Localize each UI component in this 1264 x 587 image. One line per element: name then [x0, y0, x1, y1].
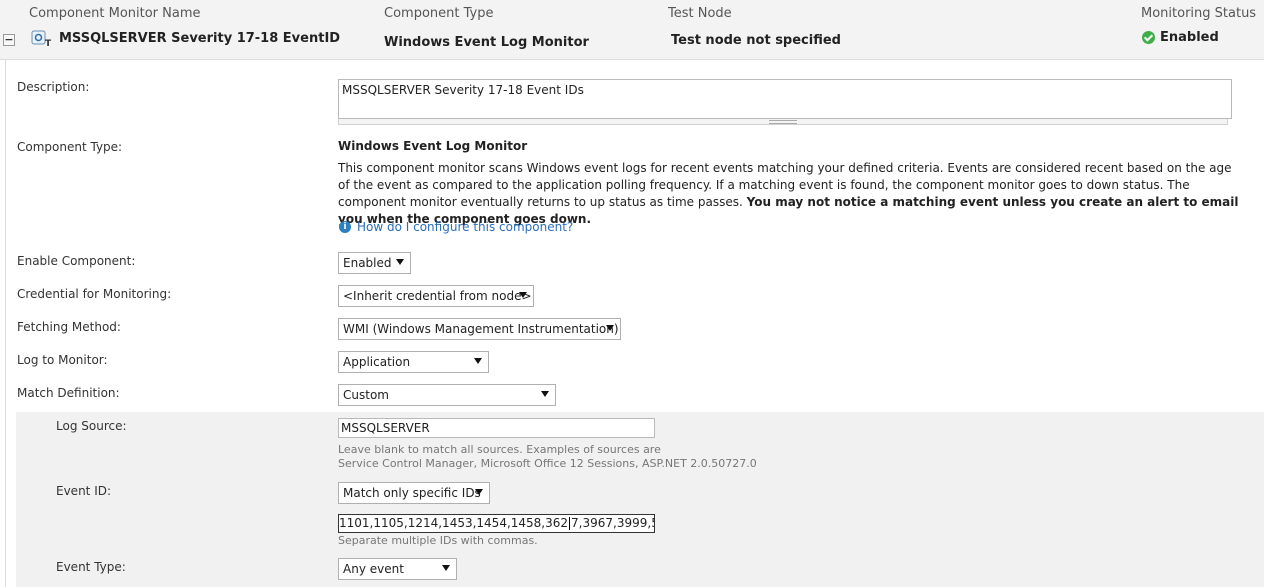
- component-type-description: This component monitor scans Windows eve…: [338, 160, 1243, 228]
- enabled-check-icon: [1142, 31, 1155, 44]
- column-header-status: Monitoring Status: [1141, 6, 1257, 21]
- match-definition-label: Match Definition:: [17, 386, 120, 400]
- component-type-title: Windows Event Log Monitor: [338, 139, 528, 153]
- test-node-value: Test node not specified: [671, 33, 841, 48]
- collapse-toggle-button[interactable]: −: [3, 34, 15, 46]
- log-to-monitor-select[interactable]: Application: [338, 351, 489, 373]
- column-header-type: Component Type: [384, 6, 494, 21]
- match-definition-select[interactable]: Custom: [338, 384, 556, 406]
- log-to-monitor-value: Application: [343, 355, 411, 369]
- column-header-name: Component Monitor Name: [29, 6, 201, 21]
- event-ids-text-before-caret: 1101,1105,1214,1453,1454,1458,362: [339, 516, 569, 530]
- credential-label: Credential for Monitoring:: [17, 287, 172, 301]
- component-type-label: Component Type:: [17, 140, 123, 154]
- component-name[interactable]: MSSQLSERVER Severity 17-18 EventID: [59, 31, 340, 46]
- event-id-mode-value: Match only specific IDs: [343, 486, 481, 500]
- info-icon: i: [339, 221, 351, 233]
- chevron-down-icon: [475, 489, 483, 495]
- event-ids-input[interactable]: 1101,1105,1214,1453,1454,1458,362 7,3967,…: [338, 514, 655, 533]
- enable-component-value: Enabled: [343, 256, 392, 270]
- log-source-input[interactable]: MSSQLSERVER: [338, 418, 655, 438]
- chevron-down-icon: [474, 358, 482, 364]
- svg-text:T: T: [45, 39, 52, 48]
- textarea-resize-grip[interactable]: [338, 119, 1228, 125]
- chevron-down-icon: [396, 259, 404, 265]
- monitoring-status-value: Enabled: [1160, 30, 1219, 45]
- description-textarea[interactable]: MSSQLSERVER Severity 17-18 Event IDs: [338, 79, 1232, 119]
- chevron-down-icon: [519, 292, 527, 298]
- chevron-down-icon: [606, 325, 614, 331]
- how-to-configure-link[interactable]: How do I configure this component?: [357, 220, 573, 234]
- component-monitor-icon: T: [31, 30, 52, 48]
- component-header-row: Component Monitor Name Component Type Te…: [0, 0, 1264, 60]
- log-source-hint-line-1: Leave blank to match all sources. Exampl…: [338, 443, 661, 456]
- event-type-value: Any event: [343, 562, 404, 576]
- match-definition-value: Custom: [343, 388, 389, 402]
- log-source-label: Log Source:: [56, 419, 127, 433]
- log-to-monitor-label: Log to Monitor:: [17, 353, 108, 367]
- fetching-method-value: WMI (Windows Management Instrumentation): [343, 322, 619, 336]
- column-header-test-node: Test Node: [668, 6, 732, 21]
- chevron-down-icon: [541, 391, 549, 397]
- event-ids-hint: Separate multiple IDs with commas.: [338, 534, 538, 547]
- custom-match-section: [16, 412, 1264, 587]
- credential-select[interactable]: <Inherit credential from node>: [338, 285, 534, 307]
- description-label: Description:: [17, 80, 90, 94]
- log-source-hint: Leave blank to match all sources. Exampl…: [338, 443, 757, 471]
- event-id-label: Event ID:: [56, 484, 112, 498]
- event-type-select[interactable]: Any event: [338, 558, 457, 580]
- component-type-value: Windows Event Log Monitor: [384, 35, 589, 50]
- event-ids-text-after-caret: 7,3967,3999,5904,86: [571, 516, 654, 530]
- fetching-method-label: Fetching Method:: [17, 320, 121, 334]
- event-type-label: Event Type:: [56, 560, 126, 574]
- enable-component-select[interactable]: Enabled: [338, 252, 411, 274]
- enable-component-label: Enable Component:: [17, 254, 136, 268]
- log-source-hint-line-2: Service Control Manager, Microsoft Offic…: [338, 457, 757, 470]
- event-id-mode-select[interactable]: Match only specific IDs: [338, 482, 490, 504]
- credential-value: <Inherit credential from node>: [343, 289, 532, 303]
- text-caret: [569, 517, 571, 530]
- chevron-down-icon: [442, 565, 450, 571]
- fetching-method-select[interactable]: WMI (Windows Management Instrumentation): [338, 318, 621, 340]
